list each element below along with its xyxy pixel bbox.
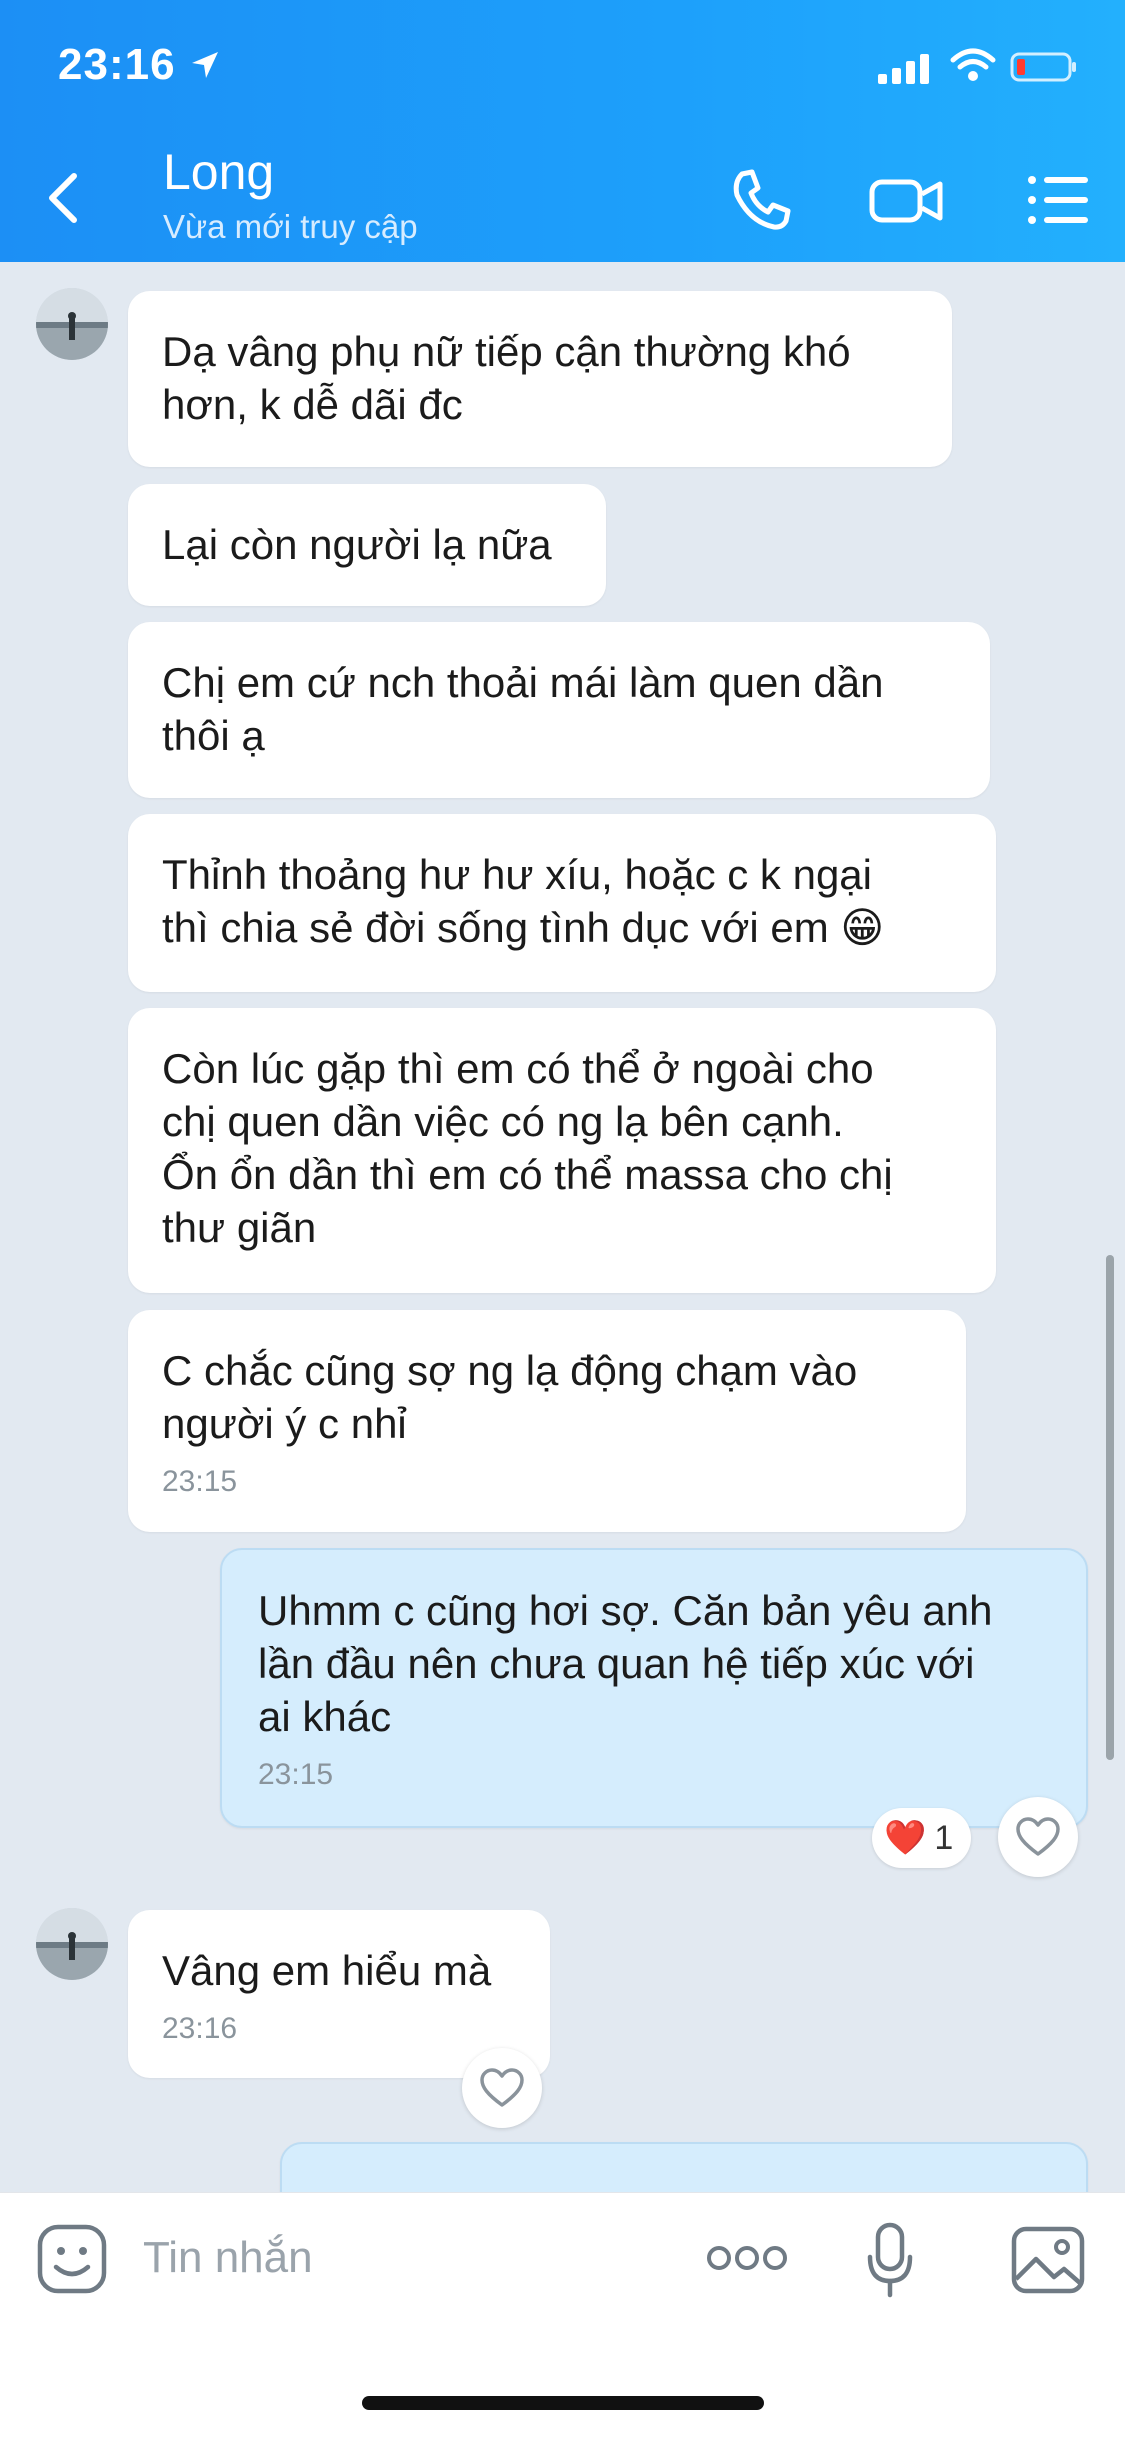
microphone-icon[interactable] [864,2221,916,2301]
avatar[interactable] [36,288,108,360]
message-text: Chị em cứ nch thoải mái làm quen dần thô… [162,659,884,759]
heart-reaction-icon: ❤️ [884,1819,927,1857]
avatar[interactable] [36,1908,108,1980]
status-time: 23:16 [58,40,176,89]
contact-name[interactable]: Long [163,143,274,201]
message-time: 23:16 [162,2012,238,2045]
location-arrow-icon [192,52,218,78]
message-text: Uhmm c cũng hơi sợ. Căn bản yêu anh lần … [258,1587,993,1740]
battery-icon [1010,52,1076,82]
react-heart-button[interactable] [998,1797,1078,1877]
home-indicator[interactable] [362,2396,764,2410]
back-icon[interactable] [40,168,90,228]
my-message-bubble[interactable]: Uhmm c cũng hơi sợ. Căn bản yêu anh lần … [220,1548,1088,1828]
scrollbar[interactable] [1106,1255,1114,1760]
reaction-count: 1 [934,1818,954,1857]
message-text: C chắc cũng sợ ng lạ động chạm vào người… [162,1347,858,1447]
reaction-badge[interactable]: ❤️ 1 [872,1808,972,1868]
video-call-icon[interactable] [866,160,946,240]
message-input[interactable]: Tin nhắn [143,2233,313,2283]
heart-outline-icon [480,2068,524,2107]
message-bubble[interactable]: C chắc cũng sợ ng lạ động chạm vào người… [128,1310,966,1532]
chat-header: 23:16 Long Vừa mới truy cập [0,0,1125,262]
message-text: Dạ vâng phụ nữ tiếp cận thường khó hơn, … [162,328,851,428]
message-bubble[interactable]: Thỉnh thoảng hư hư xíu, hoặc c k ngại th… [128,814,996,992]
signal-icon [878,54,929,84]
wifi-icon [950,48,996,81]
sticker-icon[interactable] [36,2223,108,2295]
message-bubble[interactable]: Dạ vâng phụ nữ tiếp cận thường khó hơn, … [128,291,952,467]
heart-outline-icon [1016,1817,1060,1856]
message-text: Còn lúc gặp thì em có thể ở ngoài cho ch… [162,1045,893,1251]
message-time: 23:15 [162,1465,238,1498]
message-time: 23:15 [258,1758,334,1791]
presence-status: Vừa mới truy cập [163,208,418,245]
message-text: Lại còn người lạ nữa [162,521,552,568]
message-bubble[interactable]: Lại còn người lạ nữa [128,484,606,606]
react-heart-button[interactable] [462,2048,542,2128]
message-text: Vâng em hiểu mà [162,1947,492,1994]
message-text: Thỉnh thoảng hư hư xíu, hoặc c k ngại th… [162,851,885,951]
message-bubble[interactable]: Chị em cứ nch thoải mái làm quen dần thô… [128,622,990,798]
phone-icon[interactable] [720,160,800,240]
image-gallery-icon[interactable] [1010,2225,1086,2295]
more-options-icon[interactable] [706,2243,788,2273]
menu-list-icon[interactable] [1018,160,1098,240]
message-bubble[interactable]: Còn lúc gặp thì em có thể ở ngoài cho ch… [128,1008,996,1293]
